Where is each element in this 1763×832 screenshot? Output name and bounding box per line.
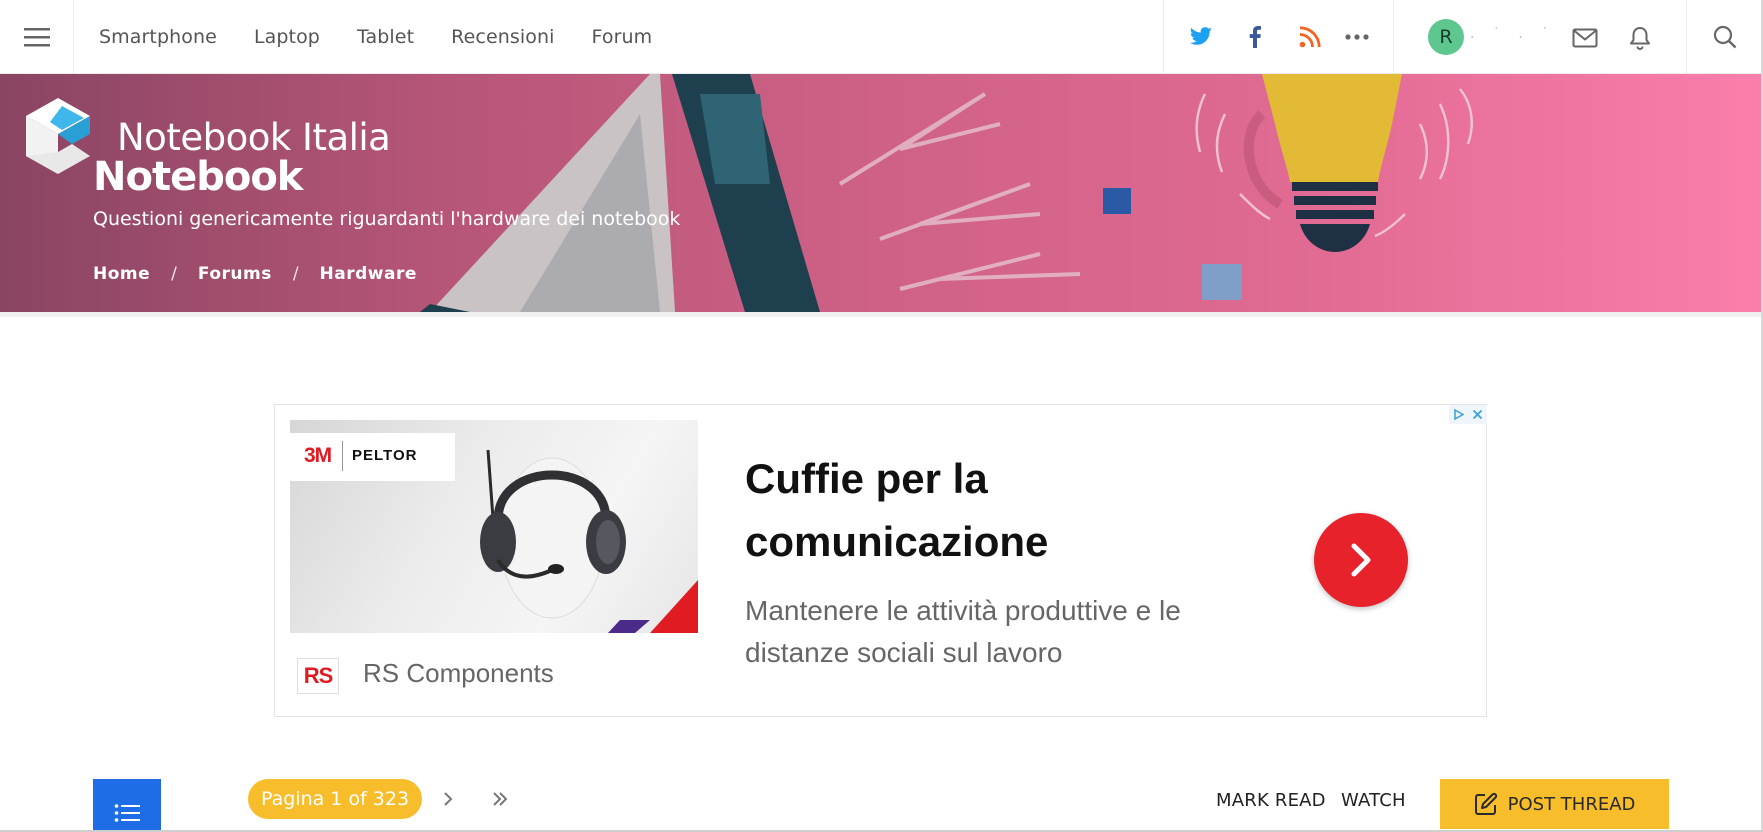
breadcrumb: Home / Forums / Hardware xyxy=(93,264,417,284)
ad-close-button[interactable] xyxy=(1468,405,1487,424)
edit-icon xyxy=(1474,792,1497,815)
site-name[interactable]: Notebook Italia xyxy=(117,116,391,159)
advertiser-name[interactable]: RS Components xyxy=(363,658,554,689)
banner-divider xyxy=(0,312,1763,317)
twitter-icon xyxy=(1189,27,1212,45)
breadcrumb-separator: / xyxy=(171,264,177,284)
facebook-link[interactable] xyxy=(1242,24,1268,50)
mark-read-button[interactable]: MARK READ xyxy=(1216,790,1326,811)
rss-icon xyxy=(1299,26,1321,48)
forum-title: Notebook xyxy=(93,154,303,200)
pagination-indicator[interactable]: Pagina 1 of 323 xyxy=(248,779,423,819)
alerts-button[interactable] xyxy=(1626,24,1654,52)
breadcrumb-separator: / xyxy=(292,264,299,284)
watch-button[interactable]: WATCH xyxy=(1341,790,1406,811)
ad-body-text[interactable]: Mantenere le attività produttive e le di… xyxy=(745,590,1245,674)
main-nav: Smartphone Laptop Tablet Recensioni Foru… xyxy=(99,0,689,74)
forum-description: Questioni genericamente riguardanti l'ha… xyxy=(93,208,681,230)
ad-headline[interactable]: Cuffie per la comunicazione xyxy=(745,447,1265,573)
facebook-icon xyxy=(1249,26,1261,48)
more-button[interactable] xyxy=(1344,24,1370,50)
ad-cta-button[interactable] xyxy=(1314,513,1408,607)
search-icon xyxy=(1713,25,1737,49)
advertiser-logo-text: RS xyxy=(303,663,334,688)
nav-laptop[interactable]: Laptop xyxy=(254,26,320,48)
post-thread-label: POST THREAD xyxy=(1507,793,1636,815)
advertiser-logo: RS xyxy=(297,658,339,694)
breadcrumb-home[interactable]: Home xyxy=(93,264,150,284)
more-icon xyxy=(1345,34,1369,40)
ad-choices xyxy=(1449,405,1487,425)
double-chevron-right-icon xyxy=(493,792,508,806)
advertisement: 3M PELTOR Cuffie per la comunicazione Ma… xyxy=(274,404,1487,717)
search-button[interactable] xyxy=(1687,0,1763,74)
ad-info-button[interactable] xyxy=(1449,405,1468,424)
social-links xyxy=(1163,0,1394,74)
close-icon xyxy=(1472,409,1483,420)
user-area: R . ˙ . ˙ xyxy=(1394,0,1687,74)
mail-icon xyxy=(1572,28,1598,48)
nav-recensioni[interactable]: Recensioni xyxy=(451,26,554,48)
nav-forum[interactable]: Forum xyxy=(592,26,653,48)
username[interactable]: . ˙ . ˙ xyxy=(1470,26,1555,42)
headset-image xyxy=(480,449,698,633)
twitter-link[interactable] xyxy=(1188,24,1214,50)
ad-image[interactable]: 3M PELTOR xyxy=(290,420,698,633)
bell-icon xyxy=(1630,27,1650,50)
nav-tablet[interactable]: Tablet xyxy=(357,26,414,48)
rss-link[interactable] xyxy=(1297,24,1323,50)
list-icon xyxy=(114,803,140,822)
forum-banner: Notebook Italia Notebook Questioni gener… xyxy=(0,74,1763,312)
menu-button[interactable] xyxy=(0,0,74,74)
breadcrumb-hardware[interactable]: Hardware xyxy=(320,264,417,284)
thread-list-toggle[interactable] xyxy=(93,779,161,832)
inbox-button[interactable] xyxy=(1571,24,1599,52)
menu-icon xyxy=(23,28,50,47)
next-page-button[interactable] xyxy=(435,786,461,812)
chevron-right-icon xyxy=(1351,543,1371,577)
chevron-right-icon xyxy=(444,792,453,806)
nav-smartphone[interactable]: Smartphone xyxy=(99,26,217,48)
avatar[interactable]: R xyxy=(1428,19,1464,55)
site-logo-icon xyxy=(26,98,90,174)
top-bar: Smartphone Laptop Tablet Recensioni Foru… xyxy=(0,0,1763,74)
ad-play-icon xyxy=(1454,409,1464,420)
last-page-button[interactable] xyxy=(487,786,513,812)
post-thread-button[interactable]: POST THREAD xyxy=(1440,779,1669,829)
breadcrumb-forums[interactable]: Forums xyxy=(198,264,272,284)
